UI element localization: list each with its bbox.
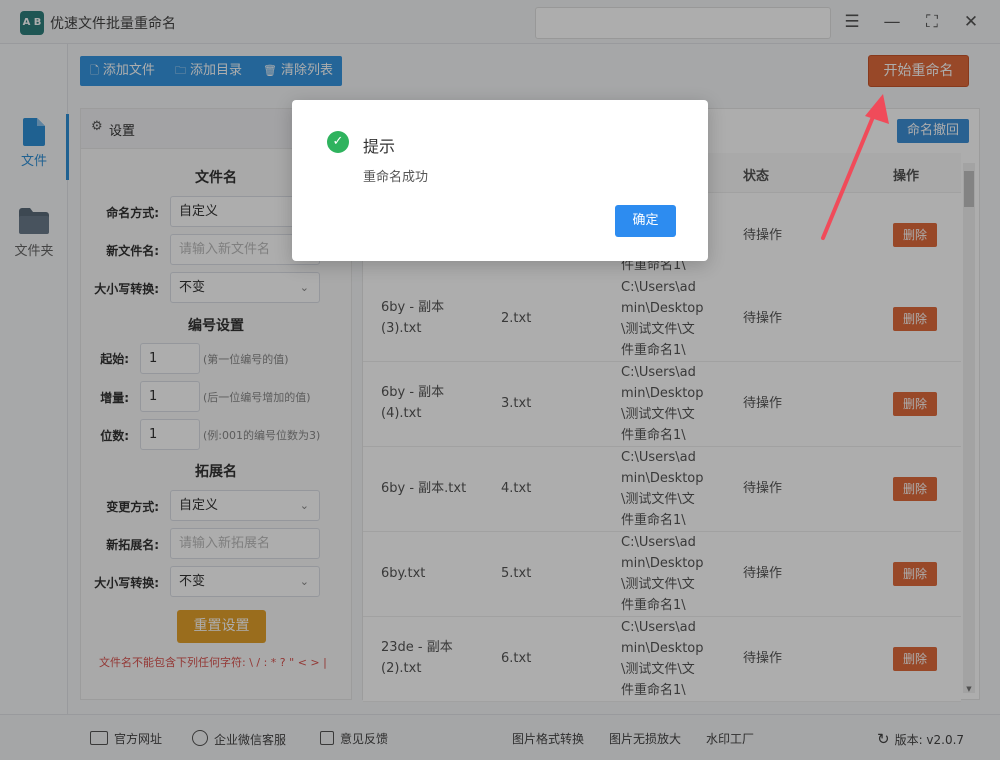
dialog-message: 重命名成功 [363, 170, 429, 185]
dialog-title: 提示 [363, 137, 396, 156]
red-arrow-annotation [821, 94, 889, 240]
success-dialog: ✓ 提示 重命名成功 确定 [292, 100, 708, 261]
dialog-ok-button[interactable]: 确定 [615, 205, 676, 237]
check-circle-icon: ✓ [327, 131, 349, 153]
